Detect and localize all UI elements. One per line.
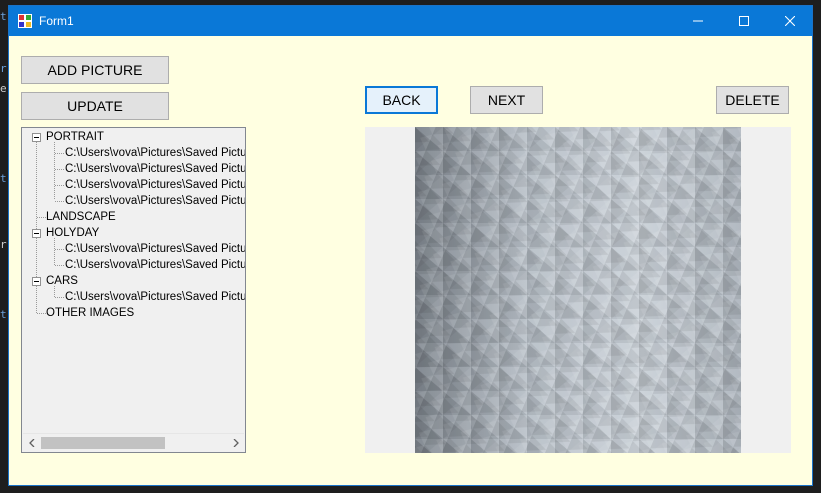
picture-box <box>365 127 791 453</box>
tree-connector <box>54 142 55 199</box>
tree-connector <box>36 142 37 313</box>
tree-leaf[interactable]: C:\Users\vova\Pictures\Saved Pictur <box>65 145 245 161</box>
scroll-left-button[interactable] <box>23 434 40 451</box>
window-title: Form1 <box>39 14 74 28</box>
tree-leaf[interactable]: C:\Users\vova\Pictures\Saved Pictur <box>65 241 245 257</box>
tree-node-other-images[interactable]: OTHER IMAGES <box>46 305 134 321</box>
tree-leaf[interactable]: C:\Users\vova\Pictures\Saved Pictur <box>65 177 245 193</box>
form-window: Form1 ADD PICTURE UPDATE BACK NEXT DELET… <box>8 5 813 486</box>
maximize-button[interactable] <box>721 6 767 36</box>
add-picture-button[interactable]: ADD PICTURE <box>21 56 169 84</box>
tree-leaf[interactable]: C:\Users\vova\Pictures\Saved Pictur <box>65 289 245 305</box>
tree-leaf[interactable]: C:\Users\vova\Pictures\Saved Pictur <box>65 193 245 209</box>
tree-leaf[interactable]: C:\Users\vova\Pictures\Saved Pictur <box>65 161 245 177</box>
collapse-toggle-holyday[interactable] <box>32 229 41 238</box>
tree-connector <box>55 169 64 170</box>
tree-node-landscape[interactable]: LANDSCAPE <box>46 209 116 225</box>
tree-connector <box>55 265 64 266</box>
minimize-icon <box>693 20 703 22</box>
chevron-left-icon <box>28 438 34 447</box>
background-glyph: e <box>0 82 7 95</box>
delete-button[interactable]: DELETE <box>716 86 789 114</box>
back-button[interactable]: BACK <box>365 86 438 114</box>
scroll-right-button[interactable] <box>227 434 244 451</box>
tree-connector <box>55 297 64 298</box>
tree-connector <box>54 286 55 297</box>
tree-connector <box>54 238 55 265</box>
low-poly-texture-image <box>415 127 741 453</box>
tree-node-cars[interactable]: CARS <box>46 273 78 289</box>
background-glyph: t <box>0 308 7 321</box>
scroll-thumb[interactable] <box>41 437 165 449</box>
background-glyph: t <box>0 10 7 23</box>
app-icon <box>18 14 32 28</box>
tree-view[interactable]: PORTRAIT C:\Users\vova\Pictures\Saved Pi… <box>21 127 246 453</box>
tree-connector <box>55 201 64 202</box>
collapse-toggle-cars[interactable] <box>32 277 41 286</box>
collapse-toggle-portrait[interactable] <box>32 133 41 142</box>
tree-connector <box>55 185 64 186</box>
tree-leaf[interactable]: C:\Users\vova\Pictures\Saved Pictur <box>65 257 245 273</box>
minimize-button[interactable] <box>675 6 721 36</box>
update-button[interactable]: UPDATE <box>21 92 169 120</box>
background-glyph: t <box>0 172 7 185</box>
next-button[interactable]: NEXT <box>470 86 543 114</box>
close-icon <box>785 16 795 26</box>
background-glyph: r <box>0 62 7 75</box>
background-editor: t r e t r t <box>0 0 8 493</box>
tree-connector <box>55 249 64 250</box>
tree-connector <box>55 153 64 154</box>
background-glyph: r <box>0 238 7 251</box>
chevron-right-icon <box>233 438 239 447</box>
title-bar[interactable]: Form1 <box>9 6 812 36</box>
tree-connector <box>37 217 46 218</box>
horizontal-scrollbar[interactable] <box>23 433 244 451</box>
close-button[interactable] <box>767 6 813 36</box>
tree-connector <box>37 313 46 314</box>
maximize-icon <box>739 16 749 26</box>
